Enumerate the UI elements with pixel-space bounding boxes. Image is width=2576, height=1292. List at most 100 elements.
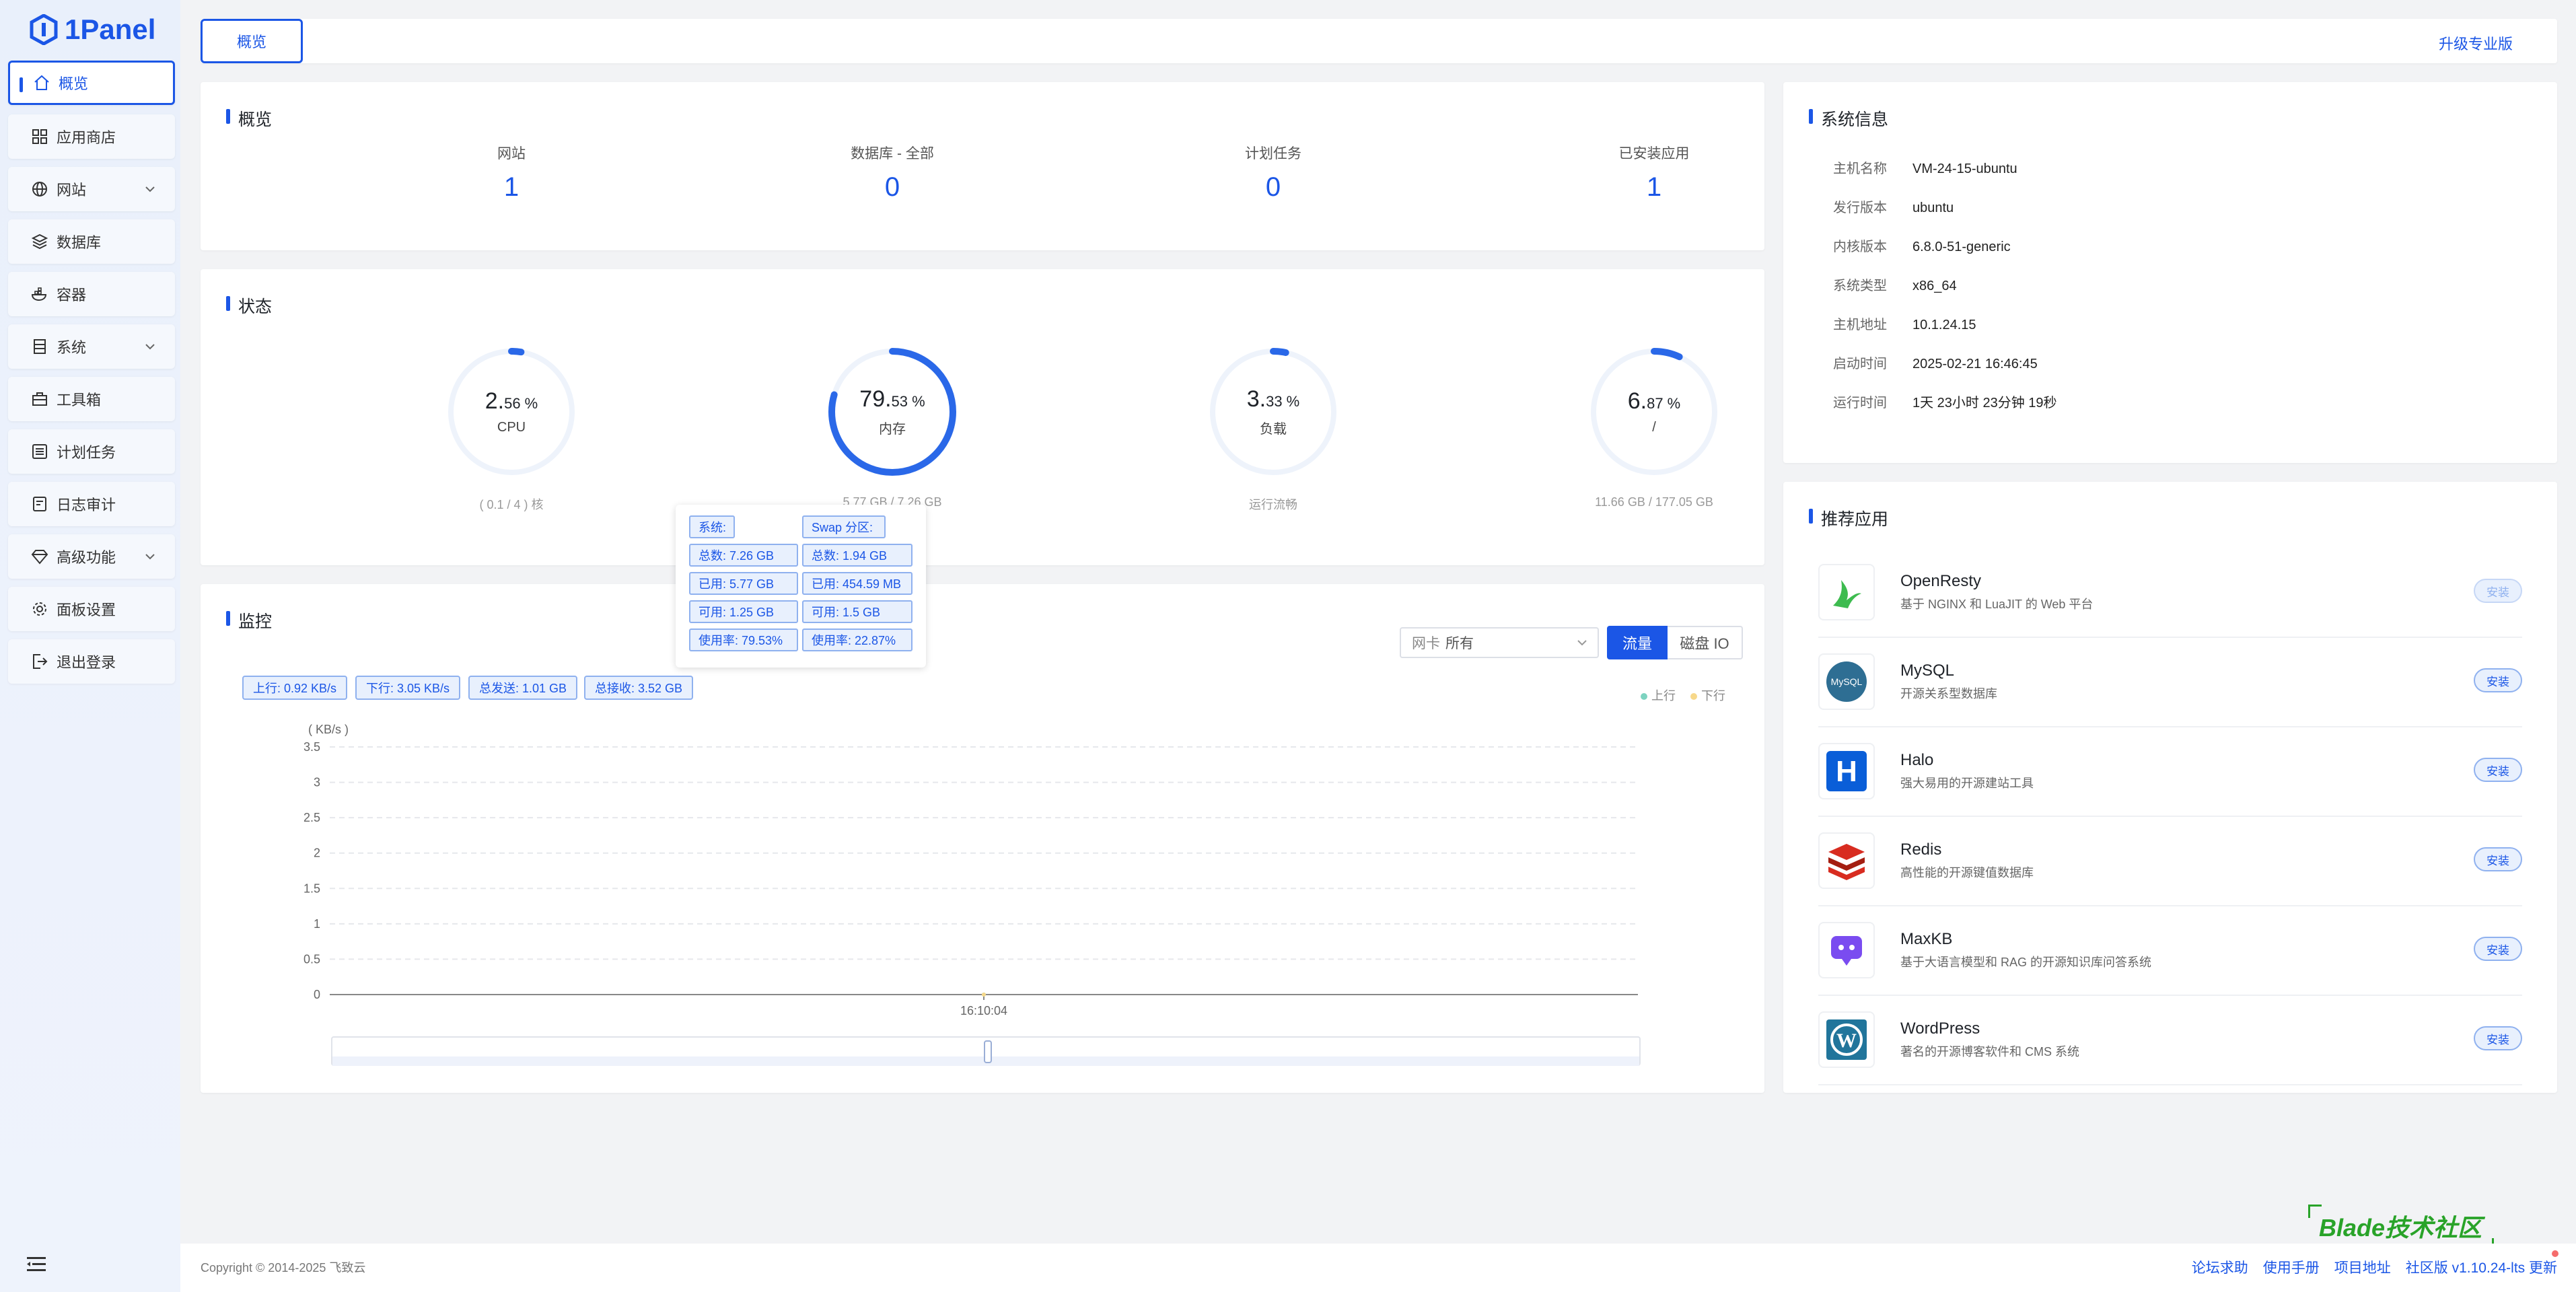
gauge-footnote: ( 0.1 / 4 ) 核 [479, 498, 544, 511]
sidebar-item-6[interactable]: 工具箱 [8, 377, 175, 421]
sidebar-item-label: 高级功能 [57, 549, 116, 566]
sysinfo-value: x86_64 [1912, 279, 1957, 293]
sidebar-item-label: 数据库 [57, 234, 102, 251]
stat-cronjobs[interactable]: 计划任务 0 [1172, 143, 1374, 203]
footer-links: 论坛求助 使用手册 项目地址 社区版 v1.10.24-lts 更新 [2192, 1257, 2557, 1277]
footer-link-project[interactable]: 项目地址 [2334, 1257, 2391, 1277]
legend-label: 上行 [1651, 689, 1676, 703]
install-button[interactable]: 安装 [2474, 847, 2522, 871]
footer-link-manual[interactable]: 使用手册 [2263, 1257, 2320, 1277]
app-item-openresty[interactable]: OpenResty 基于 NGINX 和 LuaJIT 的 Web 平台 安装 [1818, 549, 2522, 638]
status-title: 状态 [226, 293, 272, 318]
monitor-title: 监控 [226, 608, 272, 633]
gauge-/[interactable]: 6.87 % / [1587, 345, 1721, 479]
gear-icon [31, 600, 48, 618]
chart-zoom-slider[interactable] [331, 1036, 1641, 1066]
sidebar-item-1[interactable]: 应用商店 [8, 114, 175, 159]
app-item-mysql[interactable]: MySQL MySQL 开源关系型数据库 安装 [1818, 639, 2522, 727]
gauge-label: 负载 [1260, 422, 1287, 437]
app-item-wordpress[interactable]: W WordPress 著名的开源博客软件和 CMS 系统 安装 [1818, 997, 2522, 1085]
sidebar-item-0[interactable]: 概览 [8, 61, 175, 105]
sidebar-item-label: 容器 [57, 287, 87, 303]
sysinfo-key: 运行时间 [1833, 396, 1887, 410]
nic-select[interactable]: 网卡 所有 [1400, 627, 1599, 658]
gauge-内存[interactable]: 79.53 % 内存 [825, 345, 960, 479]
stat-databases[interactable]: 数据库 - 全部 0 [791, 143, 993, 203]
gauge-int: 79. [859, 386, 892, 412]
sidebar-item-label: 面板设置 [57, 602, 116, 618]
redis-icon [1818, 832, 1875, 889]
sidebar-item-7[interactable]: 计划任务 [8, 429, 175, 474]
y-tick-label: 2 [314, 847, 320, 860]
sysinfo-key: 发行版本 [1833, 201, 1887, 215]
watermark: Blade技术社区 [2308, 1205, 2495, 1252]
y-tick-label: 3 [314, 776, 320, 789]
app-item-redis[interactable]: Redis 高性能的开源键值数据库 安装 [1818, 818, 2522, 906]
sysinfo-key: 主机地址 [1833, 318, 1887, 332]
tooltip-cell: 总数: 7.26 GB [689, 544, 798, 567]
install-button[interactable]: 安装 [2474, 758, 2522, 782]
gauge-label: CPU [497, 420, 526, 435]
server-icon [31, 338, 48, 355]
y-axis-label: ( KB/s ) [308, 723, 349, 736]
tooltip-cell: 总数: 1.94 GB [802, 544, 913, 567]
sysinfo-value: 1天 23小时 23分钟 19秒 [1912, 396, 2057, 410]
monitor-card: 监控 网卡 所有 流量 磁盘 IO 上行: 0.92 KB/s 下行: 3.05… [201, 584, 1764, 1093]
sidebar-item-11[interactable]: 退出登录 [8, 639, 175, 684]
app-desc: 基于 NGINX 和 LuaJIT 的 Web 平台 [1900, 598, 2094, 611]
download-rate-tag: 下行: 3.05 KB/s [355, 676, 461, 700]
sysinfo-key: 内核版本 [1833, 240, 1887, 254]
memory-tooltip: 系统: 总数: 7.26 GB 已用: 5.77 GB 可用: 1.25 GB … [676, 505, 926, 668]
layers-icon [31, 233, 48, 250]
app-desc: 强大易用的开源建站工具 [1900, 777, 2034, 790]
tooltip-cell: 系统: [689, 515, 735, 538]
install-button[interactable]: 安装 [2474, 1026, 2522, 1050]
chevron-down-icon [1577, 640, 1587, 646]
legend-item-download[interactable]: 下行 [1690, 686, 1725, 704]
gauge-dec: 33 % [1266, 393, 1300, 410]
legend-dot [1641, 693, 1647, 701]
y-tick-label: 1.5 [303, 882, 320, 895]
upgrade-pro-link[interactable]: 升级专业版 [2439, 32, 2513, 54]
sidebar-item-4[interactable]: 容器 [8, 272, 175, 316]
app-name: WordPress [1900, 1019, 1980, 1038]
diamond-icon [31, 548, 48, 565]
app-item-maxkb[interactable]: MaxKB 基于大语言模型和 RAG 的开源知识库问答系统 安装 [1818, 907, 2522, 996]
sidebar-item-10[interactable]: 面板设置 [8, 587, 175, 631]
app-name: Redis [1900, 840, 1942, 859]
gauge-CPU[interactable]: 2.56 % CPU [444, 345, 579, 479]
sidebar-item-5[interactable]: 系统 [8, 324, 175, 369]
footer-link-forum[interactable]: 论坛求助 [2192, 1257, 2248, 1277]
gauge-dec: 56 % [504, 395, 538, 412]
tab-overview[interactable]: 概览 [201, 19, 303, 63]
zoom-handle[interactable] [984, 1040, 992, 1063]
sidebar-item-8[interactable]: 日志审计 [8, 482, 175, 526]
maxkb-icon [1818, 922, 1875, 978]
sysinfo-value: 2025-02-21 16:46:45 [1912, 357, 2038, 371]
sidebar-item-3[interactable]: 数据库 [8, 219, 175, 264]
stat-websites[interactable]: 网站 1 [410, 143, 612, 203]
legend-item-upload[interactable]: 上行 [1641, 686, 1676, 704]
stat-value: 0 [1265, 172, 1281, 202]
disk-io-button[interactable]: 磁盘 IO [1668, 626, 1743, 659]
traffic-button[interactable]: 流量 [1607, 626, 1668, 659]
y-tick-label: 0 [314, 988, 320, 1001]
update-link[interactable]: 更新 [2529, 1260, 2557, 1276]
collapse-menu-icon[interactable] [27, 1256, 47, 1273]
sidebar-item-2[interactable]: 网站 [8, 167, 175, 211]
wordpress-icon: W [1818, 1011, 1875, 1068]
stat-installed-apps[interactable]: 已安装应用 1 [1553, 143, 1755, 203]
sidebar-item-9[interactable]: 高级功能 [8, 534, 175, 579]
logo[interactable]: 1Panel [30, 9, 155, 50]
install-button[interactable]: 安装 [2474, 668, 2522, 692]
recommended-apps-card: 推荐应用 OpenResty 基于 NGINX 和 LuaJIT 的 Web 平台… [1783, 482, 2557, 1093]
sysinfo-value: VM-24-15-ubuntu [1912, 162, 2017, 176]
y-tick-label: 2.5 [303, 811, 320, 824]
app-item-halo[interactable]: H Halo 强大易用的开源建站工具 安装 [1818, 728, 2522, 817]
toolbox-icon [31, 390, 48, 408]
grid-icon [31, 128, 48, 145]
install-button[interactable]: 安装 [2474, 579, 2522, 603]
tooltip-cell: 已用: 454.59 MB [802, 572, 913, 595]
install-button[interactable]: 安装 [2474, 937, 2522, 961]
gauge-负载[interactable]: 3.33 % 负载 [1206, 345, 1340, 479]
